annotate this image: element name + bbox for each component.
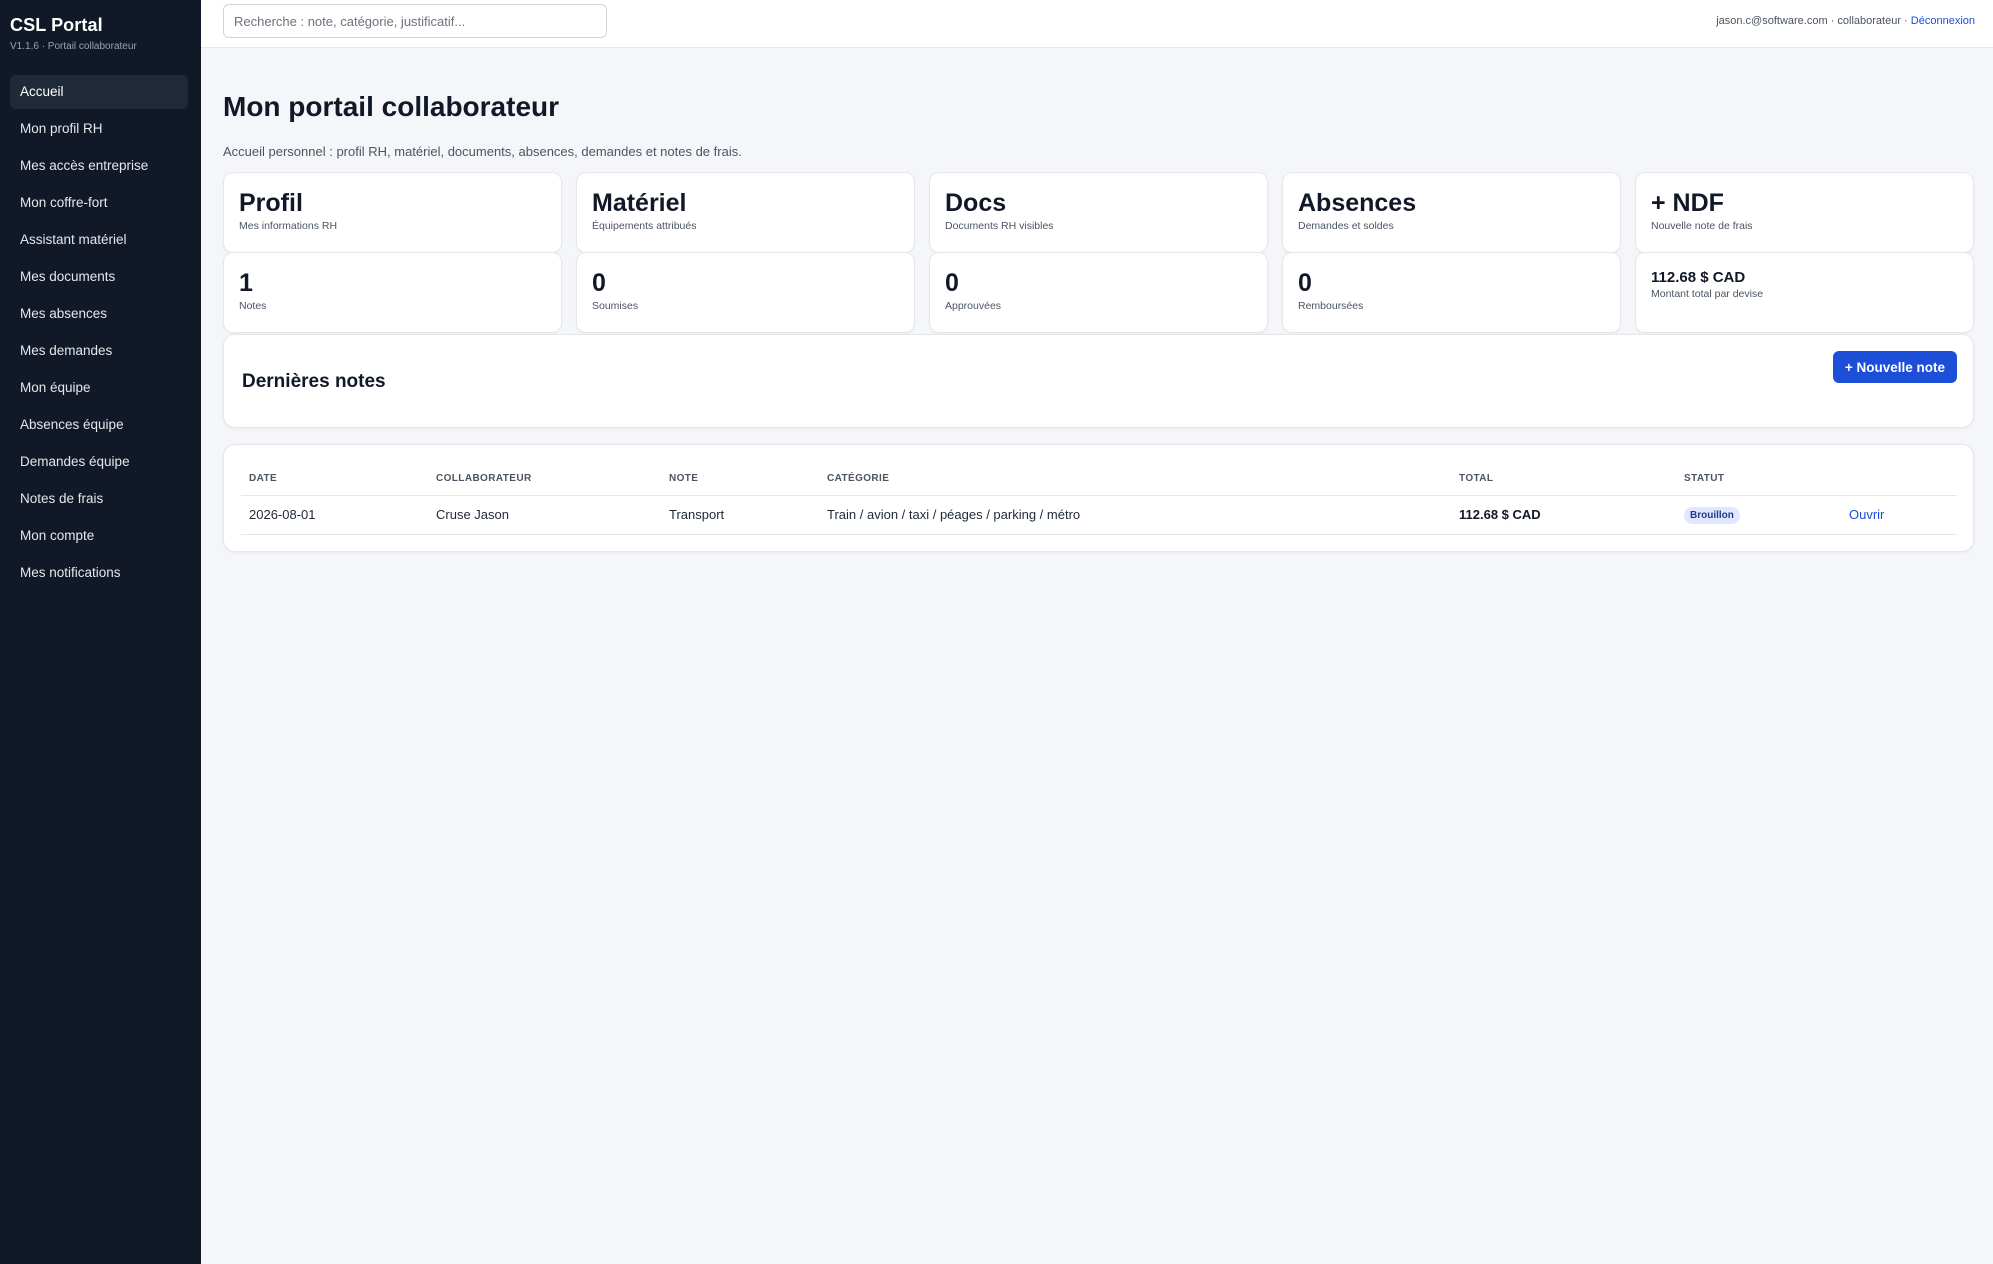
sidebar-item-absences[interactable]: Mes absences — [10, 297, 188, 331]
column-header-date: DATE — [241, 463, 428, 496]
sidebar-item-notes-de-frais[interactable]: Notes de frais — [10, 482, 188, 516]
stat-value: 0 — [1298, 269, 1312, 297]
recent-notes-panel: Dernières notes + Nouvelle note — [223, 334, 1974, 428]
stat-value: 0 — [945, 269, 959, 297]
stat-label: Montant total par devise — [1651, 288, 1764, 300]
sidebar-item-demandes-equipe[interactable]: Demandes équipe — [10, 445, 188, 479]
card-title: + NDF — [1651, 189, 1724, 217]
app-title: CSL Portal — [10, 15, 103, 35]
sidebar-item-notifications[interactable]: Mes notifications — [10, 556, 188, 590]
sidebar-item-documents[interactable]: Mes documents — [10, 260, 188, 294]
card-title: Matériel — [592, 189, 687, 217]
cell-total: 112.68 $ CAD — [1451, 495, 1676, 535]
sidebar-item-compte[interactable]: Mon compte — [10, 519, 188, 553]
stat-label: Remboursées — [1298, 300, 1364, 312]
brand: CSL Portal V1.1.6 · Portail collaborateu… — [10, 15, 137, 52]
column-header-collaborateur: COLLABORATEUR — [428, 463, 661, 496]
search-input[interactable] — [223, 4, 607, 38]
stat-label: Soumises — [592, 300, 639, 312]
sidebar: CSL Portal V1.1.6 · Portail collaborateu… — [0, 0, 201, 1264]
stat-card-approuvees: 0 Approuvées — [929, 252, 1268, 333]
stat-card-remboursees: 0 Remboursées — [1282, 252, 1621, 333]
card-title: Profil — [239, 189, 303, 217]
column-header-categorie: CATÉGORIE — [819, 463, 1451, 496]
card-title: Absences — [1298, 189, 1417, 217]
card-title: Docs — [945, 189, 1007, 217]
section-title: Dernières notes — [242, 371, 386, 392]
user-info: jason.c@software.com · collaborateur · — [1716, 15, 1911, 27]
card-desc: Documents RH visibles — [945, 220, 1054, 232]
card-desc: Nouvelle note de frais — [1651, 220, 1753, 232]
card-desc: Mes informations RH — [239, 220, 338, 232]
sidebar-item-coffre-fort[interactable]: Mon coffre-fort — [10, 186, 188, 220]
notes-table-panel: DATE COLLABORATEUR NOTE CATÉGORIE TOTAL … — [223, 444, 1974, 552]
stat-card-notes: 1 Notes — [223, 252, 562, 333]
status-badge: Brouillon — [1684, 506, 1740, 524]
sidebar-item-demandes[interactable]: Mes demandes — [10, 334, 188, 368]
card-absences[interactable]: Absences Demandes et soldes — [1282, 172, 1621, 253]
card-profil[interactable]: Profil Mes informations RH — [223, 172, 562, 253]
card-docs[interactable]: Docs Documents RH visibles — [929, 172, 1268, 253]
stat-label: Approuvées — [945, 300, 1002, 312]
open-link[interactable]: Ouvrir — [1849, 507, 1884, 522]
column-header-total: TOTAL — [1451, 463, 1676, 496]
new-note-button[interactable]: + Nouvelle note — [1832, 351, 1957, 383]
column-header-statut: STATUT — [1676, 463, 1841, 496]
stat-card-soumises: 0 Soumises — [576, 252, 915, 333]
stat-label: Notes — [239, 300, 267, 312]
stat-value: 1 — [239, 269, 253, 297]
column-header-action — [1841, 463, 1957, 496]
app-subtitle: V1.1.6 · Portail collaborateur — [10, 41, 137, 52]
sidebar-item-profil-rh[interactable]: Mon profil RH — [10, 112, 188, 146]
user-bar: jason.c@software.com · collaborateur · D… — [1716, 15, 1975, 27]
notes-table: DATE COLLABORATEUR NOTE CATÉGORIE TOTAL … — [241, 463, 1957, 535]
column-header-note: NOTE — [661, 463, 819, 496]
table-header-row: DATE COLLABORATEUR NOTE CATÉGORIE TOTAL … — [241, 463, 1957, 496]
sidebar-nav: Accueil Mon profil RH Mes accès entrepri… — [10, 75, 188, 593]
sidebar-item-accueil[interactable]: Accueil — [10, 75, 188, 109]
table-row: 2026-08-01 Cruse Jason Transport Train /… — [241, 495, 1957, 535]
stat-value: 112.68 $ CAD — [1651, 269, 1746, 286]
cell-note: Transport — [661, 495, 819, 535]
topbar: jason.c@software.com · collaborateur · D… — [201, 0, 1993, 48]
cell-collaborateur: Cruse Jason — [428, 495, 661, 535]
page-title: Mon portail collaborateur — [223, 91, 560, 122]
card-desc: Équipements attribués — [592, 220, 697, 232]
page-subtitle: Accueil personnel : profil RH, matériel,… — [223, 144, 742, 159]
logout-link[interactable]: Déconnexion — [1911, 15, 1975, 27]
sidebar-item-equipe[interactable]: Mon équipe — [10, 371, 188, 405]
sidebar-item-assistant-materiel[interactable]: Assistant matériel — [10, 223, 188, 257]
card-materiel[interactable]: Matériel Équipements attribués — [576, 172, 915, 253]
cell-action: Ouvrir — [1841, 495, 1957, 535]
cell-statut: Brouillon — [1676, 495, 1841, 535]
cell-date: 2026-08-01 — [241, 495, 428, 535]
sidebar-item-acces-entreprise[interactable]: Mes accès entreprise — [10, 149, 188, 183]
card-nouvelle-ndf[interactable]: + NDF Nouvelle note de frais — [1635, 172, 1974, 253]
sidebar-item-absences-equipe[interactable]: Absences équipe — [10, 408, 188, 442]
stat-value: 0 — [592, 269, 606, 297]
cell-categorie: Train / avion / taxi / péages / parking … — [819, 495, 1451, 535]
stat-card-montant-total: 112.68 $ CAD Montant total par devise — [1635, 252, 1974, 333]
card-desc: Demandes et soldes — [1298, 220, 1394, 232]
